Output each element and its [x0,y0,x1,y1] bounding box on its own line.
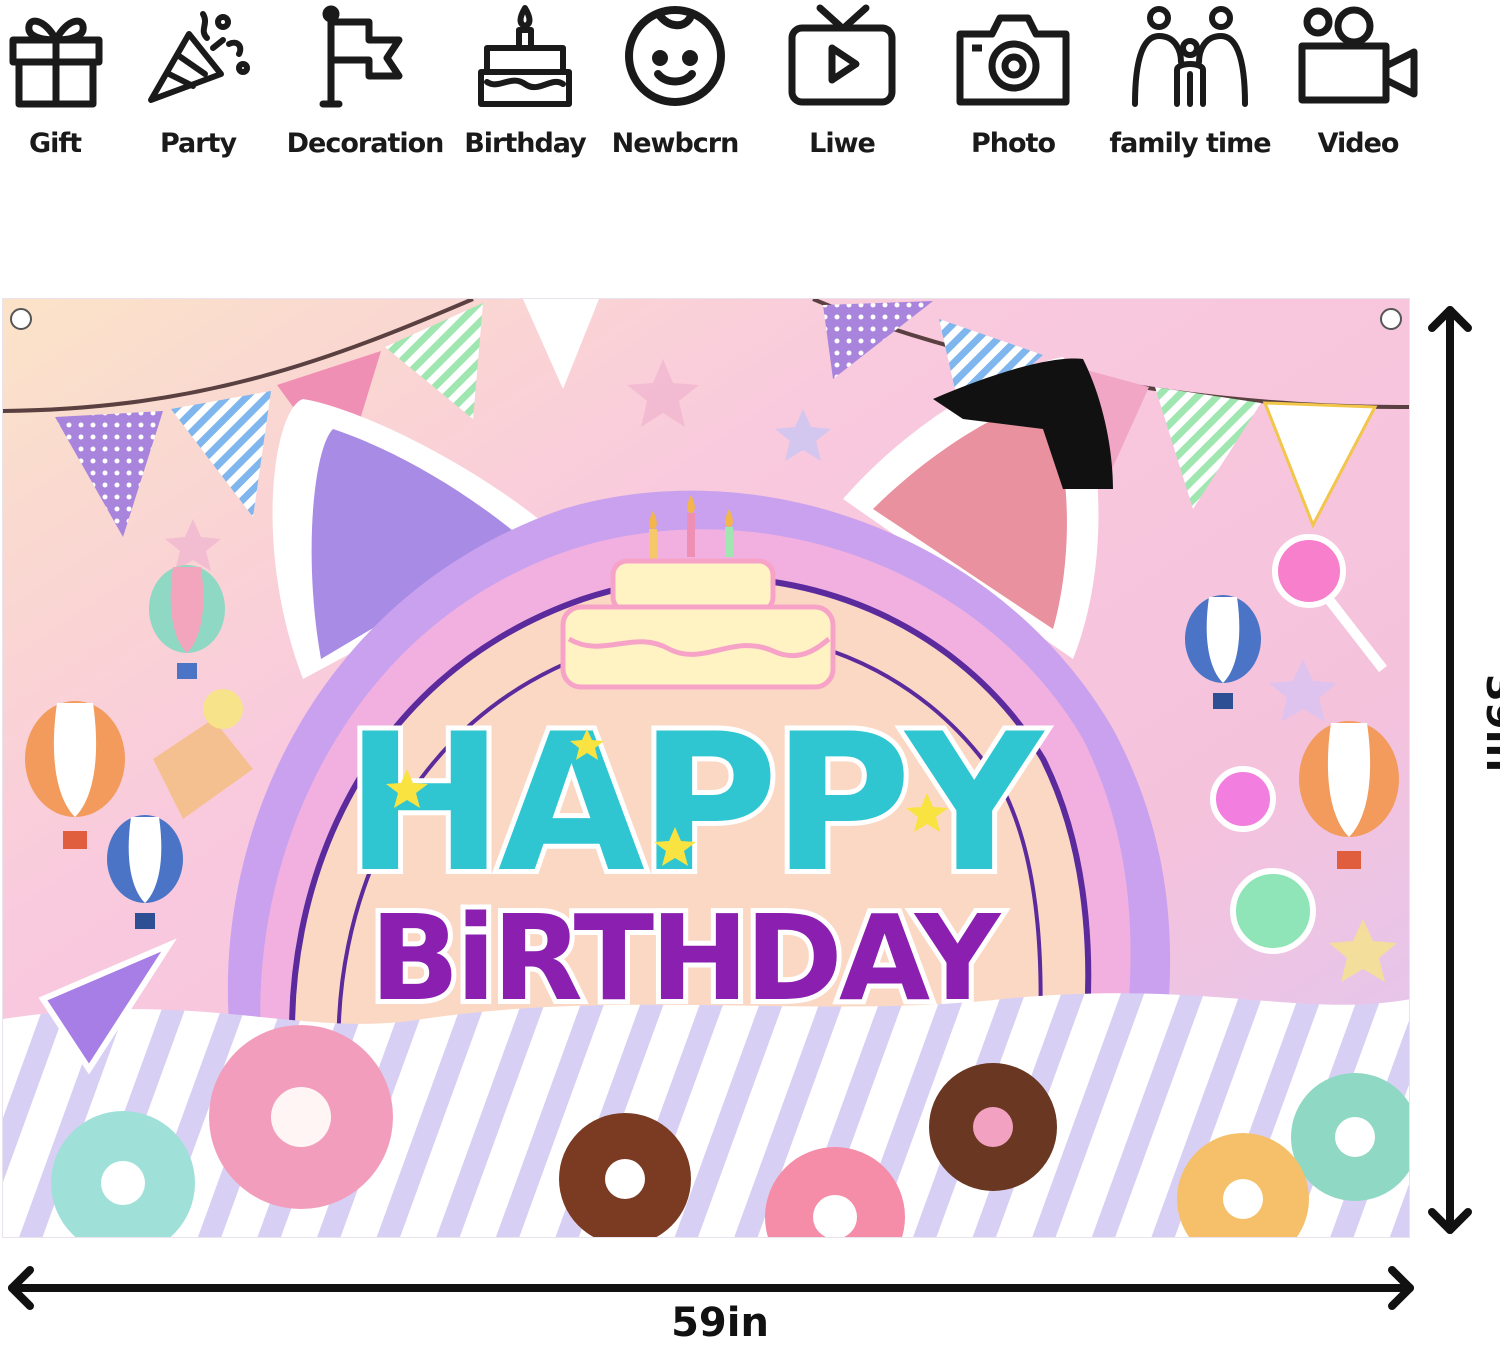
feature-label: Video [1317,128,1400,159]
family-icon [1132,6,1248,107]
feature-video: Video [1273,0,1443,180]
video-camera-icon [1298,6,1418,104]
headline-group: HAPPY BiRTHDAY [340,688,1057,1032]
feature-label: Decoration [286,128,445,159]
feature-label: Birthday [464,128,587,159]
headline-happy: HAPPY [345,693,1046,914]
feature-family-time: family time [1105,0,1275,180]
feature-live: Liwe [757,0,927,180]
feature-label: Liwe [809,128,876,159]
width-label: 59in [671,1300,769,1346]
tv-play-icon [788,4,896,106]
feature-photo: Photo [928,0,1098,180]
feature-label: Newbcrn [611,128,740,159]
feature-icon-row: Gift Party Decoration Birthday Newbcrn L… [0,0,1500,180]
feature-newborn: Newbcrn [590,0,760,180]
feature-label: Party [159,128,237,159]
feature-label: family time [1109,128,1271,159]
feature-birthday: Birthday [440,0,610,180]
banner-artwork: HAPPY BiRTHDAY [3,299,1409,1237]
height-label: 39in [1477,674,1500,772]
feature-label: Photo [970,128,1056,159]
cake-icon [478,5,572,107]
baby-face-icon [625,6,725,106]
height-arrow [1428,306,1472,1234]
birthday-banner-image: HAPPY BiRTHDAY [2,298,1410,1238]
feature-decoration: Decoration [280,0,450,180]
party-popper-icon [148,11,250,103]
flag-icon [319,5,403,108]
feature-party: Party [113,0,283,180]
gift-icon [9,17,103,108]
camera-icon [956,14,1070,106]
